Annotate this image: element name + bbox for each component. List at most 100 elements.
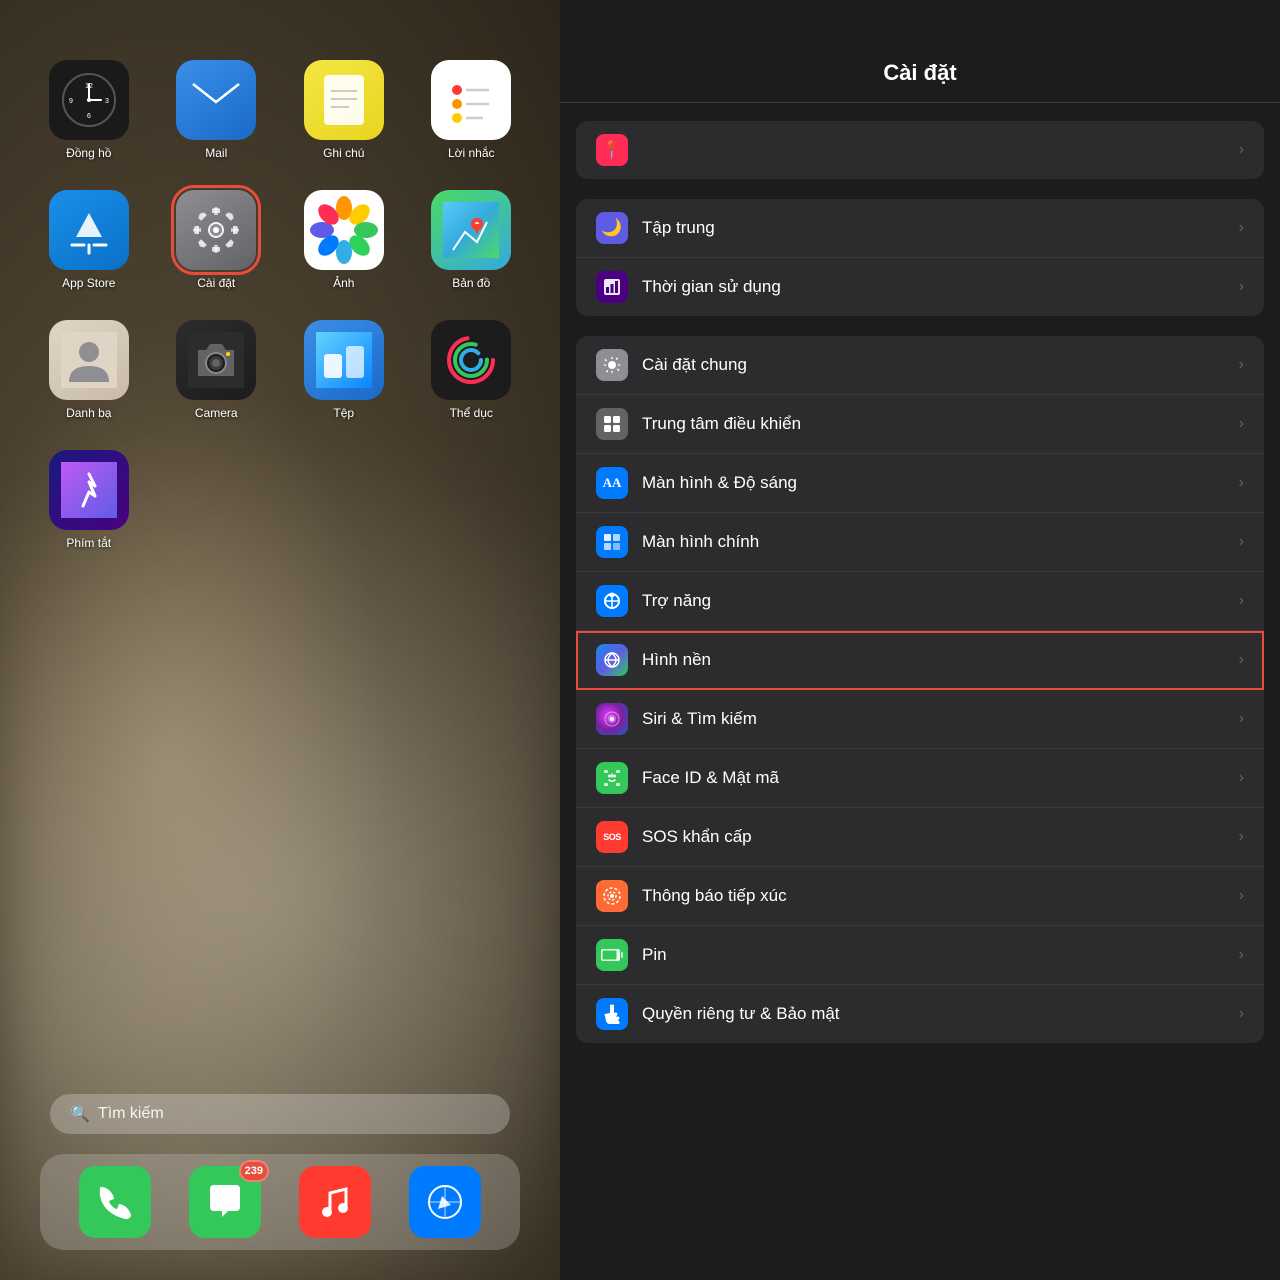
trung-tam-icon	[596, 408, 628, 440]
safari-icon	[409, 1166, 481, 1238]
photos-label: Ảnh	[333, 276, 354, 290]
settings-list: 📍 › 🌙 Tập trung ›	[560, 103, 1280, 1280]
app-fitness[interactable]: Thể dục	[413, 320, 531, 420]
row-tap-trung[interactable]: 🌙 Tập trung ›	[576, 199, 1264, 258]
clock-label: Đồng hồ	[66, 146, 111, 160]
contact-tracing-chevron: ›	[1239, 887, 1244, 905]
search-text: Tìm kiếm	[98, 1105, 164, 1123]
pin-chevron: ›	[1239, 946, 1244, 964]
tro-nang-chevron: ›	[1239, 592, 1244, 610]
row-siri[interactable]: Siri & Tìm kiếm ›	[576, 690, 1264, 749]
files-icon	[304, 320, 384, 400]
search-bar[interactable]: 🔍 Tìm kiếm	[50, 1094, 510, 1134]
app-camera[interactable]: Camera	[158, 320, 276, 420]
row-privacy[interactable]: Quyền riêng tư & Bảo mật ›	[576, 985, 1264, 1043]
app-maps[interactable]: Bản đồ	[413, 190, 531, 290]
app-appstore[interactable]: App Store	[30, 190, 148, 290]
top-visible-item[interactable]: 📍 ›	[576, 121, 1264, 179]
settings-panel: Cài đặt 📍 › 🌙 Tậ	[560, 0, 1280, 1280]
contacts-label: Danh bạ	[66, 406, 111, 420]
hinh-nen-chevron: ›	[1239, 651, 1244, 669]
privacy-icon	[596, 998, 628, 1030]
row-hinh-nen[interactable]: Hình nền ›	[576, 631, 1264, 690]
sos-icon: SOS	[596, 821, 628, 853]
row-trung-tam[interactable]: Trung tâm điều khiển ›	[576, 395, 1264, 454]
app-reminders[interactable]: Lời nhắc	[413, 60, 531, 160]
svg-text:9: 9	[69, 98, 73, 105]
section-focus: 🌙 Tập trung › Thời gian sử dụng	[576, 199, 1264, 316]
shortcuts-label: Phím tắt	[66, 536, 111, 550]
siri-icon	[596, 703, 628, 735]
tap-trung-icon: 🌙	[596, 212, 628, 244]
app-mail[interactable]: Mail	[158, 60, 276, 160]
man-hinh-chevron: ›	[1239, 474, 1244, 492]
appstore-icon	[49, 190, 129, 270]
tap-trung-chevron: ›	[1239, 219, 1244, 237]
appstore-label: App Store	[62, 276, 115, 290]
dock-messages[interactable]: 239	[189, 1166, 261, 1238]
reminders-label: Lời nhắc	[448, 146, 495, 160]
app-shortcuts[interactable]: Phím tắt	[30, 450, 148, 550]
maps-icon	[431, 190, 511, 270]
row-sos[interactable]: SOS SOS khẩn cấp ›	[576, 808, 1264, 867]
section-general: Cài đặt chung › Trung tâm điều khiển ›	[576, 336, 1264, 1043]
notes-icon	[304, 60, 384, 140]
app-contacts[interactable]: Danh bạ	[30, 320, 148, 420]
trung-tam-chevron: ›	[1239, 415, 1244, 433]
photos-icon	[304, 190, 384, 270]
man-hinh-label: Màn hình & Độ sáng	[642, 473, 1239, 493]
hinh-nen-icon	[596, 644, 628, 676]
search-icon: 🔍	[70, 1104, 90, 1124]
dock: 239	[40, 1154, 520, 1250]
man-hinh-chinh-chevron: ›	[1239, 533, 1244, 551]
man-hinh-icon: AA	[596, 467, 628, 499]
shortcuts-icon	[49, 450, 129, 530]
trung-tam-label: Trung tâm điều khiển	[642, 414, 1239, 434]
app-photos[interactable]: Ảnh	[285, 190, 403, 290]
app-clock[interactable]: 12 6 9 3 Đồng hồ	[30, 60, 148, 160]
thoi-gian-chevron: ›	[1239, 278, 1244, 296]
music-icon	[299, 1166, 371, 1238]
dock-safari[interactable]	[409, 1166, 481, 1238]
tro-nang-icon	[596, 585, 628, 617]
cai-dat-chung-icon	[596, 349, 628, 381]
row-man-hinh-chinh[interactable]: Màn hình chính ›	[576, 513, 1264, 572]
home-screen: 12 6 9 3 Đồng hồ	[0, 0, 560, 1280]
row-man-hinh[interactable]: AA Màn hình & Độ sáng ›	[576, 454, 1264, 513]
phone-icon	[79, 1166, 151, 1238]
notes-label: Ghi chú	[323, 146, 364, 160]
settings-header: Cài đặt	[560, 0, 1280, 103]
settings-label: Cài đặt	[197, 276, 235, 290]
files-label: Tệp	[333, 406, 354, 420]
cai-dat-chung-chevron: ›	[1239, 356, 1244, 374]
thoi-gian-icon	[596, 271, 628, 303]
fitness-icon	[431, 320, 511, 400]
camera-label: Camera	[195, 406, 238, 420]
row-tro-nang[interactable]: Trợ năng ›	[576, 572, 1264, 631]
mail-label: Mail	[205, 146, 227, 160]
privacy-label: Quyền riêng tư & Bảo mật	[642, 1004, 1239, 1024]
faceid-chevron: ›	[1239, 769, 1244, 787]
top-icon: 📍	[596, 134, 628, 166]
top-chevron: ›	[1239, 141, 1244, 159]
app-files[interactable]: Tệp	[285, 320, 403, 420]
row-contact-tracing[interactable]: Thông báo tiếp xúc ›	[576, 867, 1264, 926]
row-thoi-gian[interactable]: Thời gian sử dụng ›	[576, 258, 1264, 316]
dock-phone[interactable]	[79, 1166, 151, 1238]
row-faceid[interactable]: Face ID & Mật mã ›	[576, 749, 1264, 808]
app-notes[interactable]: Ghi chú	[285, 60, 403, 160]
pin-label: Pin	[642, 945, 1239, 965]
svg-text:3: 3	[105, 98, 109, 105]
siri-chevron: ›	[1239, 710, 1244, 728]
row-pin[interactable]: Pin ›	[576, 926, 1264, 985]
reminders-icon	[431, 60, 511, 140]
row-cai-dat-chung[interactable]: Cài đặt chung ›	[576, 336, 1264, 395]
tap-trung-label: Tập trung	[642, 218, 1239, 238]
thoi-gian-label: Thời gian sử dụng	[642, 277, 1239, 297]
dock-music[interactable]	[299, 1166, 371, 1238]
faceid-icon	[596, 762, 628, 794]
maps-label: Bản đồ	[452, 276, 490, 290]
faceid-label: Face ID & Mật mã	[642, 768, 1239, 788]
app-grid: 12 6 9 3 Đồng hồ	[30, 60, 530, 550]
app-settings[interactable]: Cài đặt	[158, 190, 276, 290]
